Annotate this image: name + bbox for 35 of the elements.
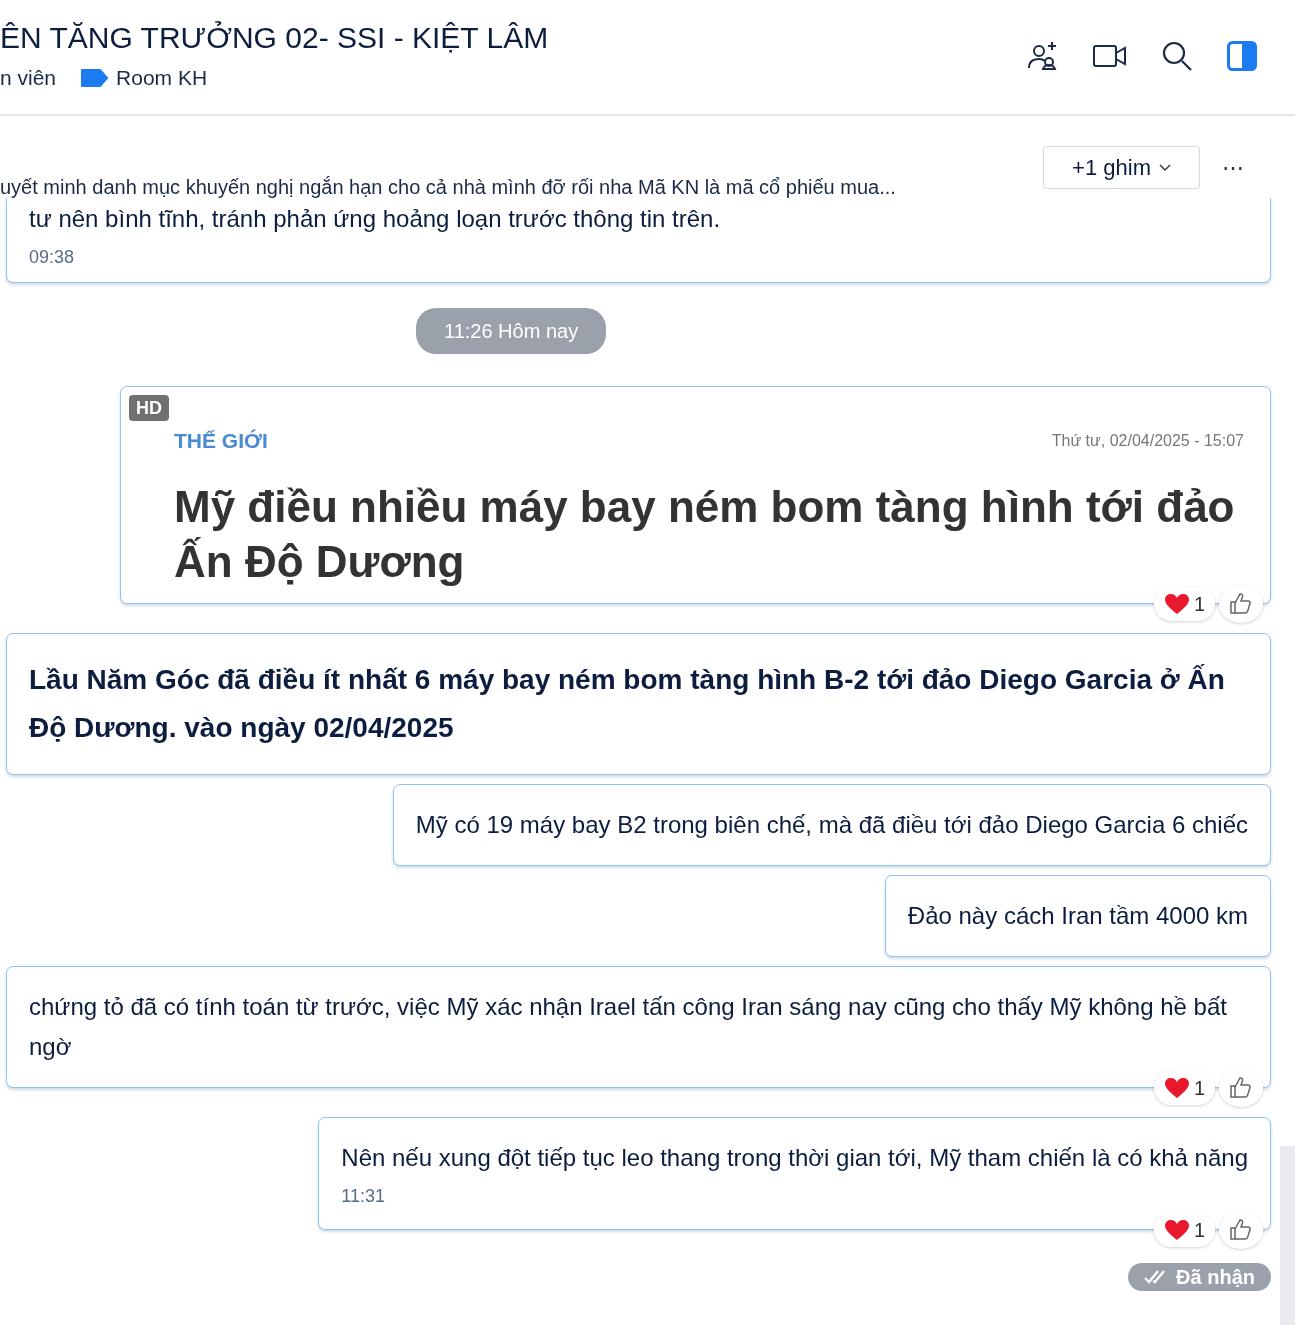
like-icon[interactable] (1219, 1211, 1263, 1250)
pinned-message[interactable]: uyết minh danh mục khuyến nghị ngắn hạn cho cả nhà mình đỡ rối nha Mã KN là mã cổ phiếu mua... (0, 172, 896, 202)
message-text: Lầu Năm Góc đã điều ít nhất 6 máy bay ném bom tàng hình B-2 tới đảo Diego Garcia ở Ấn Độ Dương. vào ngày 02/04/2025 (29, 663, 1226, 746)
date-separator: 11:26 Hôm nay (416, 308, 607, 355)
caret-icon (1159, 163, 1171, 172)
article-category: THẾ GIỚI (174, 428, 268, 455)
heart-reaction[interactable]: 1 (1153, 1213, 1215, 1248)
video-call-icon[interactable] (1093, 43, 1127, 69)
chat-title: ÊN TĂNG TRƯỞNG 02- SSI - KIỆT LÂM (0, 20, 549, 56)
heart-reaction[interactable]: 1 (1153, 1071, 1215, 1106)
heart-icon (1163, 593, 1190, 616)
message-time: 09:38 (29, 246, 76, 269)
add-member-icon[interactable] (1027, 40, 1059, 72)
like-icon[interactable] (1219, 1069, 1263, 1108)
search-icon[interactable] (1161, 40, 1193, 72)
like-icon[interactable] (1219, 585, 1263, 624)
delivery-status: Đã nhận (1128, 1263, 1271, 1292)
sidebar-toggle-icon[interactable] (1227, 41, 1257, 71)
message-text: Nên nếu xung đột tiếp tục leo thang trong thời gian tới, Mỹ tham chiến là có khả năng (341, 1143, 1248, 1174)
message-text: Mỹ có 19 máy bay B2 trong biên chế, mà đã điều tới đảo Diego Garcia 6 chiếc (415, 810, 1248, 841)
tag-icon (80, 68, 109, 87)
heart-icon (1163, 1219, 1190, 1242)
pins-dropdown[interactable]: +1 ghim (1043, 146, 1200, 189)
more-button[interactable]: ⋯ (1216, 151, 1250, 184)
article-date: Thứ tư, 02/04/2025 - 15:07 (1051, 431, 1244, 452)
message-text: tư nên bình tĩnh, tránh phản ứng hoảng loạn trước thông tin trên. (29, 204, 722, 234)
tag-label[interactable]: Room KH (116, 62, 208, 94)
message-text: Đảo này cách Iran tầm 4000 km (907, 901, 1248, 932)
hd-badge: HD (129, 395, 169, 422)
heart-reaction[interactable]: 1 (1153, 587, 1215, 622)
message-text: chứng tỏ đã có tính toán từ trước, việc Mỹ xác nhận Irael tấn công Iran sáng nay cũng cho thấy Mỹ không hề bất ngờ (29, 992, 1228, 1063)
message-time: 11:31 (341, 1185, 386, 1209)
article-title: Mỹ điều nhiều máy bay ném bom tàng hình tới đảo Ấn Độ Dương (174, 481, 1236, 589)
member-count[interactable]: n viên (0, 62, 57, 94)
heart-icon (1163, 1077, 1190, 1100)
